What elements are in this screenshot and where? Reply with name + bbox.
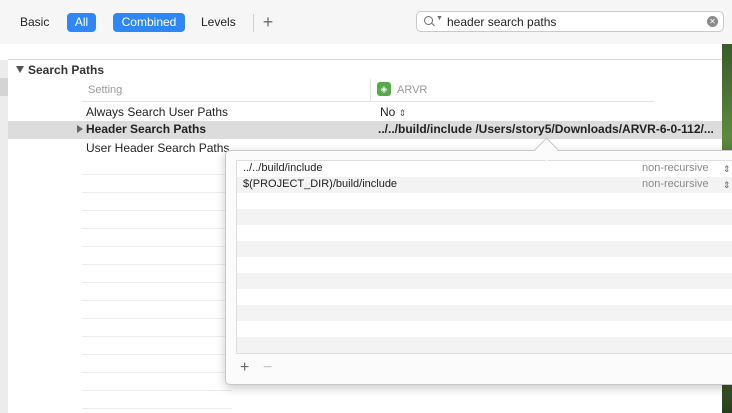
gutter-block bbox=[0, 78, 8, 96]
row-divider bbox=[82, 282, 232, 283]
setting-header-search-paths-row[interactable]: Header Search Paths ../../build/include … bbox=[8, 121, 722, 139]
divider bbox=[8, 59, 724, 60]
add-setting-button[interactable]: + bbox=[260, 12, 276, 32]
empty-row bbox=[237, 241, 732, 257]
header-search-paths-value[interactable]: ../../build/include /Users/story5/Downlo… bbox=[378, 122, 714, 136]
row-divider bbox=[82, 408, 232, 409]
header-divider bbox=[82, 101, 654, 102]
search-input[interactable]: header search paths bbox=[447, 14, 556, 30]
empty-row bbox=[237, 289, 732, 305]
popup-arrows-icon: ⇕ bbox=[398, 108, 407, 118]
empty-row bbox=[237, 273, 732, 289]
path-value[interactable]: $(PROJECT_DIR)/build/include bbox=[243, 178, 397, 190]
section-search-paths[interactable]: Search Paths bbox=[16, 63, 104, 77]
empty-row bbox=[237, 209, 732, 225]
setting-user-header-search-paths[interactable]: User Header Search Paths bbox=[86, 141, 229, 155]
paths-table: ../../build/include non-recursive ⇕ $(PR… bbox=[236, 160, 732, 354]
all-tab[interactable]: All bbox=[67, 13, 96, 32]
row-divider bbox=[82, 210, 232, 211]
path-value[interactable]: ../../build/include bbox=[243, 162, 323, 174]
table-row[interactable]: $(PROJECT_DIR)/build/include non-recursi… bbox=[237, 177, 732, 193]
search-icon bbox=[424, 16, 433, 25]
row-divider bbox=[82, 372, 232, 373]
empty-row bbox=[237, 337, 732, 353]
empty-row bbox=[237, 225, 732, 241]
popup-arrows-icon[interactable]: ⇕ bbox=[723, 162, 731, 176]
row-divider bbox=[82, 336, 232, 337]
levels-tab[interactable]: Levels bbox=[201, 13, 236, 32]
target-column-header: ARVR bbox=[397, 84, 428, 96]
search-options-chevron-icon[interactable]: ▼ bbox=[436, 15, 443, 22]
always-search-user-paths-value[interactable]: No ⇕ bbox=[380, 105, 406, 119]
add-path-button[interactable]: + bbox=[240, 360, 249, 376]
row-divider bbox=[82, 228, 232, 229]
recursion-mode[interactable]: non-recursive bbox=[642, 162, 709, 174]
row-divider bbox=[82, 246, 232, 247]
setting-header-search-paths: Header Search Paths bbox=[86, 122, 207, 136]
column-divider bbox=[370, 79, 371, 101]
setting-column-header: Setting bbox=[88, 84, 123, 96]
filter-toolbar: Basic All Combined Levels + ▼ header sea… bbox=[0, 0, 732, 44]
empty-row bbox=[237, 321, 732, 337]
clear-search-icon[interactable]: ✕ bbox=[707, 16, 718, 27]
combined-tab[interactable]: Combined bbox=[113, 13, 185, 32]
toolbar-divider bbox=[253, 14, 254, 32]
row-divider bbox=[82, 192, 232, 193]
target-icon: ◈ bbox=[377, 82, 391, 96]
empty-row bbox=[237, 193, 732, 209]
row-divider bbox=[82, 174, 232, 175]
disclosure-triangle-icon[interactable] bbox=[77, 125, 83, 133]
table-row[interactable]: ../../build/include non-recursive ⇕ bbox=[237, 161, 732, 177]
section-title: Search Paths bbox=[28, 63, 105, 77]
row-divider bbox=[82, 300, 232, 301]
search-field[interactable]: ▼ header search paths ✕ bbox=[416, 11, 724, 32]
row-divider bbox=[82, 390, 232, 391]
search-paths-popover: ../../build/include non-recursive ⇕ $(PR… bbox=[225, 150, 732, 385]
row-divider bbox=[82, 264, 232, 265]
empty-row bbox=[237, 257, 732, 273]
disclosure-triangle-icon[interactable] bbox=[16, 66, 24, 73]
left-gutter bbox=[0, 60, 8, 413]
setting-always-search-user-paths[interactable]: Always Search User Paths bbox=[86, 105, 228, 119]
recursion-mode[interactable]: non-recursive bbox=[642, 178, 709, 190]
row-divider bbox=[82, 354, 232, 355]
empty-row bbox=[237, 305, 732, 321]
remove-path-button[interactable]: − bbox=[263, 360, 272, 376]
row-divider bbox=[82, 318, 232, 319]
basic-tab[interactable]: Basic bbox=[20, 13, 49, 32]
popup-arrows-icon[interactable]: ⇕ bbox=[723, 178, 731, 192]
